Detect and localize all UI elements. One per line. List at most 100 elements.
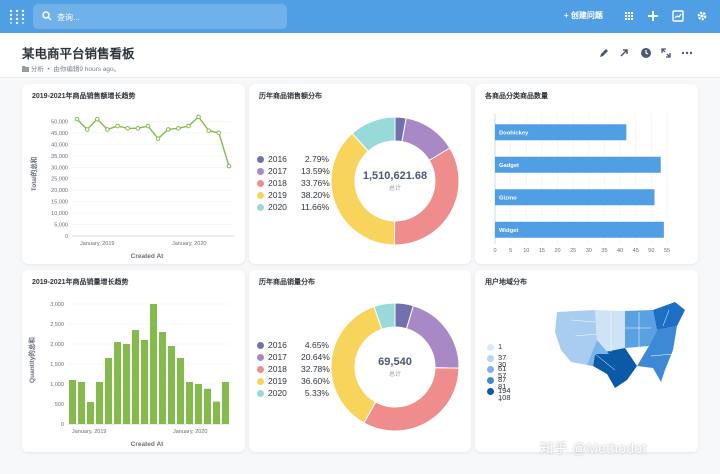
collection-link[interactable]: 分析 xyxy=(31,66,44,73)
quantity-share-card[interactable]: 历年商品销量分布 2016 4.65% 2017 20.64% 2018 32.78% 20… xyxy=(249,270,471,452)
y-tick-label: 45,000 xyxy=(51,131,68,137)
x-tick-label: 5 xyxy=(509,248,512,254)
x-tick-label: January, 2020 xyxy=(173,429,207,435)
dashboard-title[interactable]: 某电商平台销售看板 xyxy=(22,43,135,62)
y-tick-label: 1,000 xyxy=(50,382,64,388)
auto-refresh-clock-icon[interactable] xyxy=(640,47,652,59)
y-tick-label: 500 xyxy=(55,402,64,408)
y-tick-label: 2,500 xyxy=(50,322,64,328)
data-point xyxy=(165,127,171,132)
data-point xyxy=(84,127,90,132)
revenue-trend-card[interactable]: 2019-2021年商品销售额增长趋势 0 5,000 10,000 15,000 20… xyxy=(22,84,245,264)
donut-total-value: 69,540 xyxy=(378,356,412,368)
add-icon[interactable] xyxy=(646,9,660,23)
x-tick-label: 30 xyxy=(586,248,592,254)
y-tick-label: 10,000 xyxy=(51,211,68,217)
top-nav-bar: 查询... + 创建问题 xyxy=(0,0,720,33)
metabase-logo-icon[interactable] xyxy=(9,9,25,25)
new-question-label: 创建问题 xyxy=(570,11,603,20)
us-choropleth-map[interactable] xyxy=(475,270,698,452)
data-point xyxy=(186,123,191,129)
data-point xyxy=(155,136,161,141)
x-tick-label: 0 xyxy=(493,248,496,254)
search-placeholder: 查询... xyxy=(57,13,80,22)
y-tick-label: 50,000 xyxy=(51,119,68,125)
quantity-bar xyxy=(158,332,167,424)
donut-total-label: 总计 xyxy=(388,372,401,378)
data-point xyxy=(74,116,80,122)
map-region-northeast xyxy=(653,302,685,330)
quantity-bar xyxy=(77,382,86,424)
data-point xyxy=(176,126,181,131)
search-input[interactable]: 查询... xyxy=(33,4,287,29)
revenue-share-card[interactable]: 历年商品销售额分布 2016 2.79% 2017 13.59% 2018 33.76% 2… xyxy=(249,84,471,264)
x-tick-label: January, 2019 xyxy=(80,241,114,247)
quantity-bar xyxy=(149,304,158,424)
quantity-bar xyxy=(194,384,203,424)
y-tick-label: 5,000 xyxy=(54,223,68,229)
quantity-bar xyxy=(113,342,122,424)
data-point xyxy=(226,163,232,169)
x-tick-label: January, 2019 xyxy=(72,429,106,435)
settings-gear-icon[interactable] xyxy=(695,9,709,23)
watermark-text: 知乎 @Methodot xyxy=(540,441,647,456)
edit-pencil-icon[interactable] xyxy=(598,47,610,59)
quantity-bar xyxy=(221,382,230,424)
data-point xyxy=(206,128,212,133)
quantity-bar xyxy=(104,358,113,424)
y-axis-label: Quantity的总和 xyxy=(27,337,36,383)
last-edited[interactable]: 由你编辑9 hours ago。 xyxy=(53,66,120,73)
data-point xyxy=(115,123,120,129)
category-label: Widget xyxy=(499,228,518,234)
quantity-bar-chart: 0 500 1,000 1,500 2,000 2,500 3,000 January, 20… xyxy=(27,302,230,448)
data-point xyxy=(125,126,130,131)
meta-separator: • xyxy=(45,66,52,73)
y-tick-label: 0 xyxy=(61,422,64,428)
category-count-card[interactable]: 各商品分类商品数量 0 5 10 15 20 25 30 35 40 45 50 55 Doohicke… xyxy=(475,84,698,264)
quantity-bar xyxy=(167,346,176,424)
bar-widget xyxy=(495,221,664,238)
data-point xyxy=(216,130,222,136)
x-tick-label: 25 xyxy=(570,248,576,254)
quantity-bar xyxy=(131,330,140,424)
donut-total-value: 1,510,621.68 xyxy=(362,170,428,182)
x-axis-label: Created At xyxy=(131,253,164,260)
user-map-card[interactable]: 用户地域分布 1 - 30 37 - 57 61 - 81 87 - 108 194 + xyxy=(475,270,698,452)
y-tick-label: 25,000 xyxy=(51,177,68,183)
donut-total-label: 总计 xyxy=(388,186,401,192)
y-tick-label: 40,000 xyxy=(51,142,68,148)
y-tick-label: 30,000 xyxy=(51,165,68,171)
quantity-bar xyxy=(203,388,212,424)
dashboard-header: 某电商平台销售看板 分析 • 由你编辑9 hours ago。 xyxy=(0,33,720,78)
category-bar-chart: 0 5 10 15 20 25 30 35 40 45 50 55 Doohickey Gadget Giz… xyxy=(493,114,670,254)
new-question-button[interactable]: + 创建问题 xyxy=(564,10,603,21)
folder-icon xyxy=(22,66,29,72)
x-tick-label: 20 xyxy=(554,248,560,254)
x-tick-label: 35 xyxy=(601,248,607,254)
quantity-bar xyxy=(212,401,221,424)
data-point xyxy=(94,116,100,122)
quantity-bar xyxy=(176,358,185,424)
donut-slice-2018 xyxy=(393,147,460,246)
browse-data-icon[interactable] xyxy=(622,9,636,23)
y-tick-label: 0 xyxy=(65,234,68,240)
share-arrow-icon[interactable] xyxy=(618,47,630,59)
category-label: Doohickey xyxy=(499,130,529,136)
search-icon xyxy=(42,11,52,21)
x-tick-label: 45 xyxy=(633,248,639,254)
y-tick-label: 20,000 xyxy=(51,188,68,194)
quantity-bar xyxy=(68,380,77,424)
bar-gadget xyxy=(495,156,661,173)
x-tick-label: 55 xyxy=(664,248,670,254)
y-tick-label: 15,000 xyxy=(51,200,68,206)
quantity-bar xyxy=(122,344,131,424)
x-tick-label: 40 xyxy=(617,248,623,254)
quantity-bar xyxy=(185,382,194,424)
quantity-trend-card[interactable]: 2019-2021年商品销量增长趋势 0 500 1,000 1,500 2,000 2,… xyxy=(22,270,245,452)
activity-icon[interactable] xyxy=(671,9,685,23)
fullscreen-icon[interactable] xyxy=(660,47,672,59)
more-options-icon[interactable] xyxy=(681,47,693,59)
data-point xyxy=(196,114,201,120)
data-point xyxy=(135,126,141,131)
data-point xyxy=(145,123,151,129)
